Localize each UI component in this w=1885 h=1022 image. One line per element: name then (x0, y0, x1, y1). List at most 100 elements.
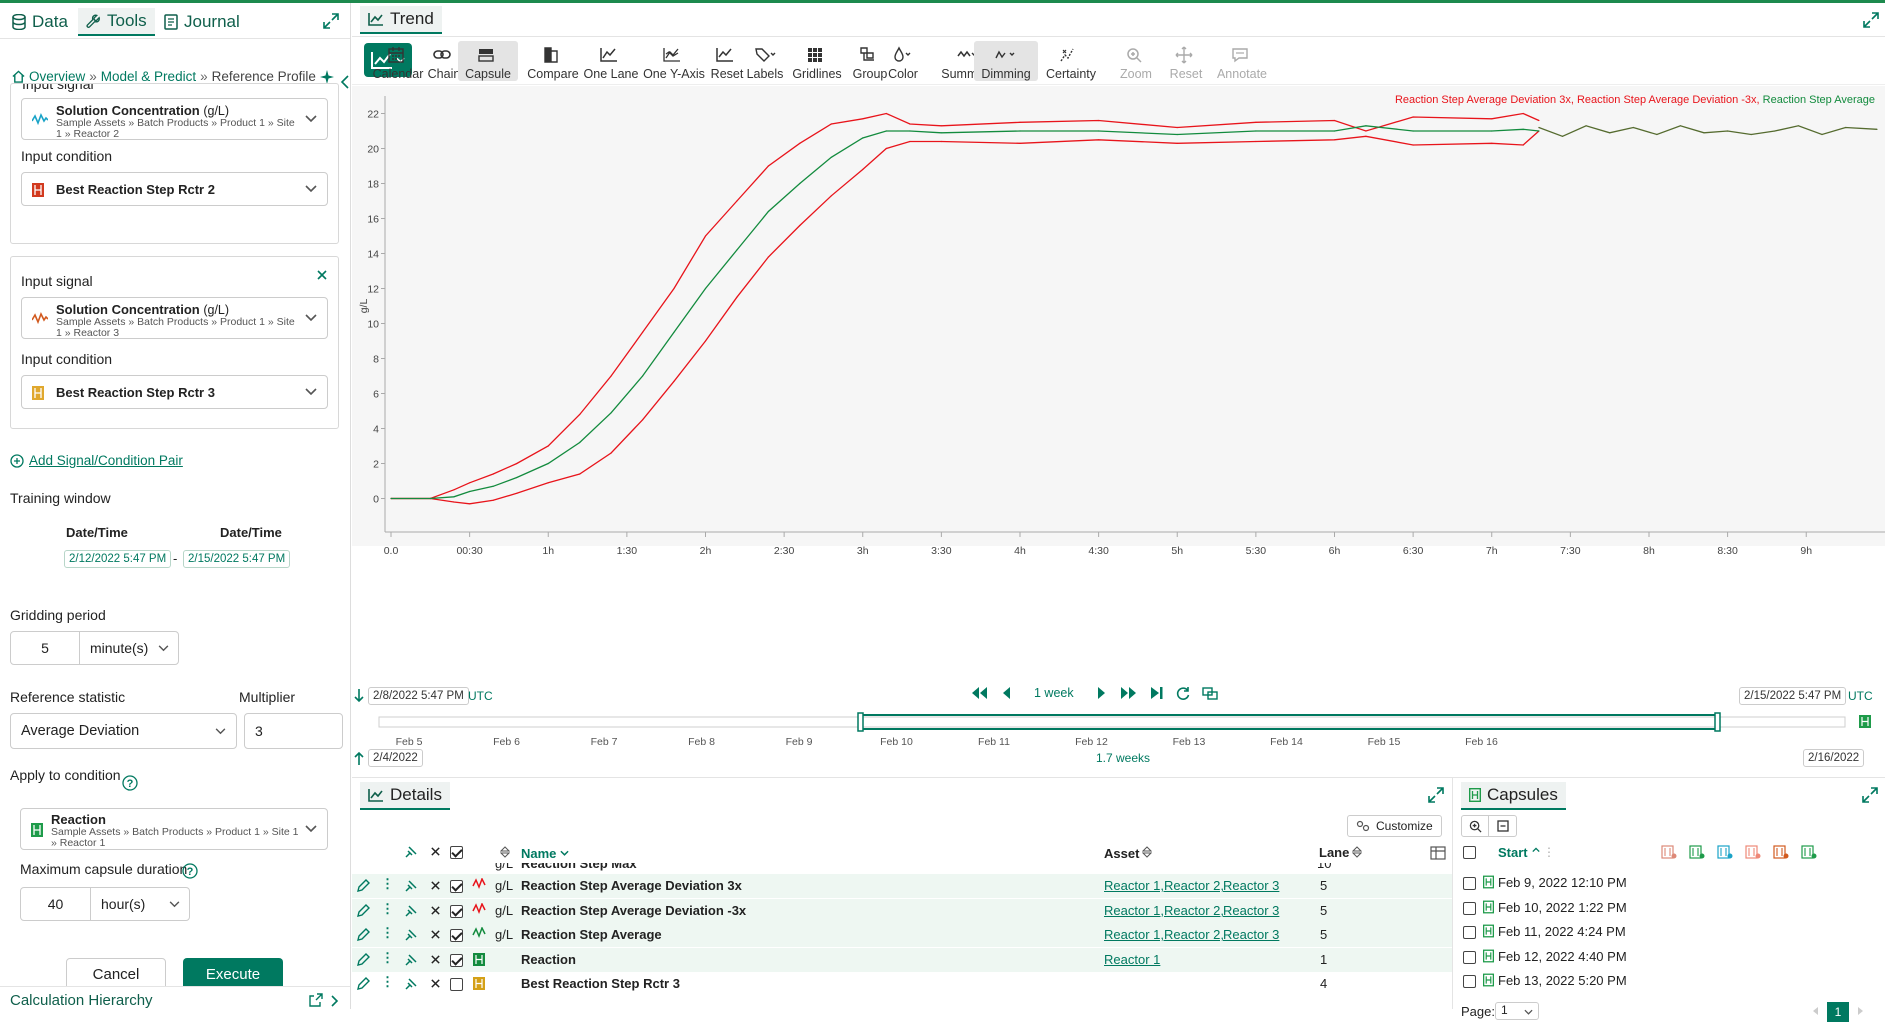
name-column-header[interactable]: Name (521, 846, 556, 861)
toolbar-dimming-button[interactable]: Dimming (974, 41, 1038, 81)
investigate-start-date[interactable]: 2/4/2022 (368, 749, 423, 767)
row-checkbox[interactable] (450, 904, 463, 918)
row-asset-link[interactable]: Reactor 1, (1104, 903, 1164, 918)
toolbar-zoom-button[interactable]: Zoom (1114, 41, 1158, 81)
remove-icon[interactable] (430, 929, 441, 940)
capsule-checkbox[interactable] (1463, 975, 1476, 988)
add-stat-column-icon[interactable] (1745, 845, 1761, 859)
tab-capsules[interactable]: Capsules (1461, 782, 1566, 810)
capsule-checkbox[interactable] (1463, 901, 1476, 915)
reference-statistic-select[interactable]: Average Deviation (10, 713, 237, 749)
expand-details-icon[interactable] (1427, 786, 1445, 804)
pin-icon[interactable] (404, 928, 418, 942)
step-back-icon[interactable] (1000, 686, 1012, 700)
edit-icon[interactable] (356, 952, 370, 967)
toolbar-labels-button[interactable]: Labels (739, 41, 791, 81)
navigator-left-handle[interactable] (857, 712, 864, 732)
help-icon[interactable]: ? (122, 775, 138, 791)
gridding-unit-select[interactable]: minute(s) (79, 631, 179, 665)
table-row[interactable]: ⋮ g/L Reaction Step Average Reactor 1, React… (352, 923, 1452, 947)
select-all-checkbox[interactable] (450, 846, 463, 859)
more-options-icon[interactable]: ⋮ (381, 950, 394, 966)
add-property-column-icon[interactable] (1773, 845, 1789, 859)
tab-journal[interactable]: Journal (164, 8, 240, 36)
row-checkbox[interactable] (450, 978, 463, 991)
start-column-header[interactable]: Start (1498, 845, 1528, 860)
row-asset-link[interactable]: Reactor 2, (1164, 903, 1224, 918)
gridding-period-input[interactable]: 5 (10, 631, 80, 665)
pin-icon[interactable] (404, 904, 418, 918)
apply-condition-select[interactable]: Reaction Sample Assets » Batch Products … (20, 808, 328, 850)
toolbar-certainty-button[interactable]: Certainty (1040, 41, 1102, 81)
row-asset-link[interactable]: Reactor 2, (1164, 878, 1224, 893)
more-options-icon[interactable]: ⋮ (381, 876, 394, 892)
pin-icon[interactable] (404, 845, 418, 859)
edit-icon[interactable] (356, 977, 370, 991)
training-start-date[interactable]: 2/12/2022 5:47 PM (64, 550, 172, 568)
close-icon[interactable] (316, 269, 328, 281)
more-options-icon[interactable]: ⋮ (381, 974, 394, 990)
chevron-right-icon[interactable] (331, 995, 339, 1007)
table-columns-icon[interactable] (1430, 846, 1446, 860)
add-signal-column-icon[interactable] (1717, 845, 1733, 859)
tab-tools[interactable]: Tools (78, 8, 155, 36)
row-checkbox[interactable] (450, 929, 463, 942)
capsule-row[interactable]: Feb 9, 2022 12:10 PM (1453, 871, 1885, 895)
toolbar-calendar-button[interactable]: Calendar (372, 41, 424, 81)
input-condition-select[interactable]: Best Reaction Step Rctr 2 (21, 172, 328, 206)
max-duration-unit-select[interactable]: hour(s) (90, 887, 190, 921)
investigate-end-date[interactable]: 2/16/2022 (1803, 749, 1865, 767)
toolbar-reset-button[interactable]: Reset (1164, 41, 1208, 81)
remove-icon[interactable] (430, 905, 441, 916)
jump-to-now-icon[interactable] (1150, 686, 1164, 700)
remove-icon[interactable] (430, 978, 441, 989)
capsule-checkbox[interactable] (1463, 950, 1476, 964)
row-asset-link[interactable]: Reactor 3 (1223, 903, 1279, 918)
navigator-right-handle[interactable] (1714, 712, 1721, 732)
timezone-label[interactable]: UTC (468, 689, 493, 703)
expand-capsules-icon[interactable] (1861, 786, 1879, 804)
toolbar-annotate-button[interactable]: Annotate (1211, 41, 1273, 81)
tab-data[interactable]: Data (12, 8, 68, 36)
max-duration-input[interactable]: 40 (20, 887, 91, 921)
collapse-capsules-button[interactable] (1489, 816, 1516, 836)
tab-trend[interactable]: Trend (360, 6, 442, 34)
toolbar-one-lane-button[interactable]: One Lane (578, 41, 644, 81)
remove-all-icon[interactable] (430, 846, 441, 857)
toolbar-capsule-button[interactable]: Capsule (458, 41, 518, 81)
step-forward-double-icon[interactable] (1120, 686, 1138, 700)
sort-icon[interactable] (500, 846, 510, 858)
row-asset-link[interactable]: Reactor 1, (1104, 927, 1164, 942)
row-asset-link[interactable]: Reactor 1 (1104, 952, 1160, 967)
add-column-icon[interactable] (1661, 845, 1677, 859)
collapse-panel-icon[interactable] (340, 75, 350, 89)
row-asset-link[interactable]: Reactor 3 (1223, 927, 1279, 942)
edit-icon[interactable] (356, 928, 370, 942)
input-signal-select[interactable]: Solution Concentration (g/L) Sample Asse… (21, 98, 328, 140)
page-current[interactable]: 1 (1827, 1002, 1849, 1022)
page-select[interactable]: 1 (1495, 1002, 1539, 1020)
zoom-to-capsule-button[interactable] (1462, 816, 1490, 836)
pin-icon[interactable] (404, 953, 418, 967)
capsule-row[interactable]: Feb 10, 2022 1:22 PM (1453, 896, 1885, 920)
row-checkbox[interactable] (450, 953, 463, 967)
table-row[interactable]: ⋮ g/L Reaction Step Average Deviation -3x R… (352, 898, 1452, 923)
swap-range-icon[interactable] (1201, 686, 1218, 700)
asset-column-header[interactable]: Asset (1104, 846, 1139, 861)
timezone-label[interactable]: UTC (1848, 689, 1873, 703)
expand-panel-icon[interactable] (322, 12, 340, 30)
lane-column-header[interactable]: Lane (1319, 845, 1349, 860)
trend-chart[interactable]: 0 2 4 6 8 10 12 14 16 18 20 22 g/L 0.0 00:30 1h 1:30 2h 2:… (352, 86, 1885, 676)
home-icon[interactable] (12, 70, 25, 83)
breadcrumb-overview[interactable]: Overview (29, 69, 85, 84)
step-back-double-icon[interactable] (970, 686, 988, 700)
popout-icon[interactable] (309, 993, 323, 1007)
remove-icon[interactable] (430, 954, 441, 965)
sort-icon[interactable] (1142, 846, 1152, 858)
remove-icon[interactable] (430, 880, 441, 891)
pin-icon[interactable] (404, 879, 418, 893)
customize-button[interactable]: Customize (1347, 815, 1442, 837)
investigate-range-navigator[interactable]: Feb 5 Feb 6 Feb 7 Feb 8 Feb 9 Feb 10 Feb 11 Feb… (352, 709, 1885, 747)
toolbar-color-button[interactable]: Color (882, 41, 924, 81)
row-asset-link[interactable]: Reactor 3 (1223, 878, 1279, 893)
